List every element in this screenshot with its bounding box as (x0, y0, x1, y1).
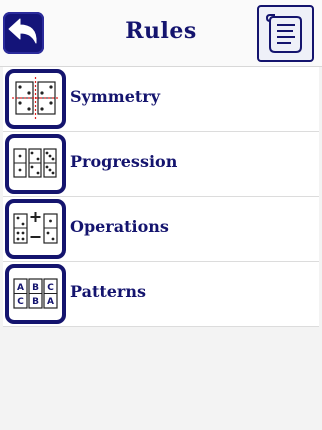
scroll-button[interactable] (257, 5, 314, 62)
progression-icon (5, 134, 66, 194)
empty-area (0, 327, 322, 430)
operations-icon (5, 199, 66, 259)
rule-row-operations[interactable]: Operations (3, 197, 319, 262)
symmetry-icon (5, 69, 66, 129)
rule-row-patterns[interactable]: A B C C B A Patterns (3, 262, 319, 327)
rules-list: Symmetry Progression Operations A B C C … (3, 67, 319, 327)
pattern-letter: B (32, 297, 39, 307)
patterns-icon: A B C C B A (5, 264, 66, 324)
rule-label: Operations (70, 217, 169, 236)
rule-row-symmetry[interactable]: Symmetry (3, 67, 319, 132)
rule-label: Patterns (70, 282, 146, 301)
pattern-letter: A (17, 283, 24, 293)
rule-label: Symmetry (70, 87, 161, 106)
scroll-icon (265, 14, 302, 53)
rule-label: Progression (70, 152, 178, 171)
pattern-letter: A (47, 297, 54, 307)
header-bar: Rules (0, 0, 322, 67)
pattern-letter: C (47, 283, 54, 293)
rule-row-progression[interactable]: Progression (3, 132, 319, 197)
pattern-letter: C (17, 297, 24, 307)
pattern-letter: B (32, 283, 39, 293)
